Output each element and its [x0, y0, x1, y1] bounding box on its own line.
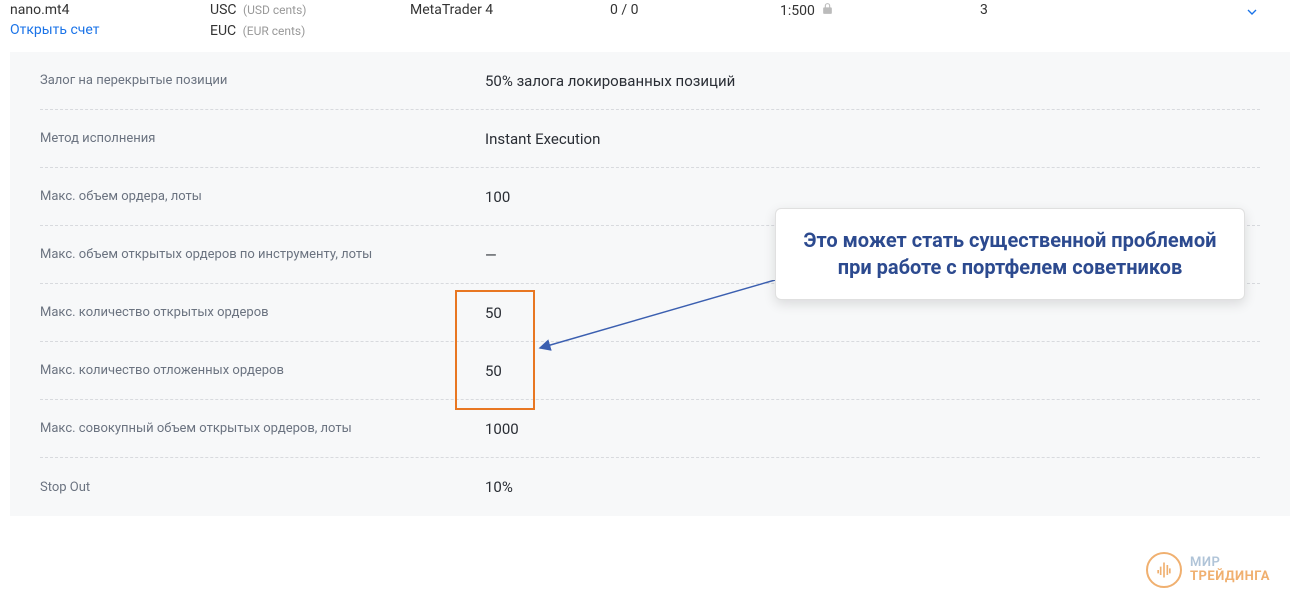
currency-desc-2: (EUR cents) [243, 24, 306, 38]
lock-icon [821, 2, 834, 19]
detail-row: Макс. совокупный объем открытых ордеров,… [40, 400, 1260, 458]
watermark-line1: МИР [1190, 556, 1270, 570]
orders-count: 0 / 0 [610, 0, 780, 18]
detail-row: Залог на перекрытые позиции 50% залога л… [40, 52, 1260, 110]
watermark-logo: МИР ТРЕЙДИНГА [1146, 552, 1270, 588]
detail-value: 10% [485, 478, 513, 496]
chevron-down-icon[interactable] [1244, 5, 1260, 24]
account-name: nano.mt4 [10, 2, 210, 18]
detail-value: — [485, 246, 497, 264]
detail-value: 50 [485, 362, 502, 380]
detail-label: Stop Out [40, 480, 485, 495]
detail-label: Макс. количество отложенных ордеров [40, 363, 485, 378]
detail-label: Макс. количество открытых ордеров [40, 305, 485, 320]
currency-code-1: USC [210, 2, 237, 18]
detail-label: Макс. объем открытых ордеров по инструме… [40, 247, 485, 262]
spread-value: 3 [980, 0, 1100, 18]
detail-value: Instant Execution [485, 130, 600, 148]
detail-value: 50% залога локированных позиций [485, 72, 735, 90]
detail-label: Макс. совокупный объем открытых ордеров,… [40, 421, 485, 436]
leverage-value: 1:500 [780, 3, 815, 19]
watermark-line2: ТРЕЙДИНГА [1190, 570, 1270, 584]
detail-value: 50 [485, 304, 502, 322]
currency-desc-1: (USD cents) [243, 3, 306, 17]
detail-row: Макс. количество отложенных ордеров 50 [40, 342, 1260, 400]
platform-label: MetaTrader 4 [410, 0, 610, 18]
detail-value: 100 [485, 188, 510, 206]
detail-row: Stop Out 10% [40, 458, 1260, 516]
detail-label: Залог на перекрытые позиции [40, 73, 485, 88]
detail-label: Макс. объем ордера, лоты [40, 189, 485, 204]
watermark-icon [1146, 552, 1182, 588]
account-header-row: nano.mt4 Открыть счет USC (USD cents) EU… [0, 0, 1300, 52]
callout-text: Это может стать существенной проблемой п… [804, 228, 1217, 279]
currency-column: USC (USD cents) EUC (EUR cents) [210, 0, 410, 42]
detail-label: Метод исполнения [40, 131, 485, 146]
open-account-link[interactable]: Открыть счет [10, 22, 100, 38]
annotation-callout: Это может стать существенной проблемой п… [775, 208, 1245, 300]
detail-row: Метод исполнения Instant Execution [40, 110, 1260, 168]
currency-code-2: EUC [210, 23, 236, 39]
detail-value: 1000 [485, 420, 519, 438]
